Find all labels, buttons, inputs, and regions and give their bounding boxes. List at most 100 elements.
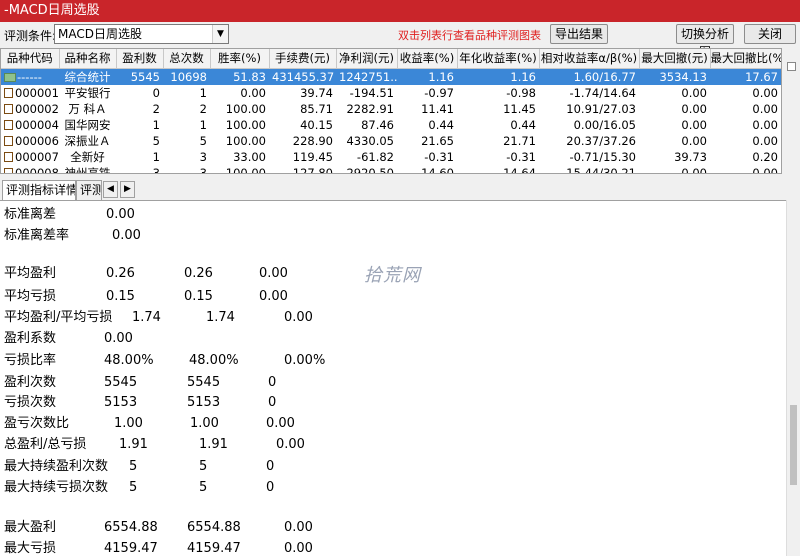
cell-text: 0.00 xyxy=(752,101,778,116)
metric-label: 盈利系数 xyxy=(4,331,57,346)
switch-chart-button[interactable]: 切换分析图 xyxy=(676,24,734,59)
details-scrollbar[interactable] xyxy=(786,200,800,556)
metric-value: 0.00 xyxy=(284,520,313,535)
cell-text: -0.71/15.30 xyxy=(569,149,636,164)
cell-text: 228.90 xyxy=(292,133,333,148)
metric-row: 最大持续盈利次数 5 5 0 xyxy=(4,458,404,476)
cell-text: 3 xyxy=(152,165,160,174)
metric-value: 0 xyxy=(266,480,275,495)
table-cell: 3 xyxy=(163,165,210,174)
table-cell: 20.37/37.26 xyxy=(539,133,639,149)
metric-value: 4159.47 xyxy=(187,541,241,556)
table-cell: 11.45 xyxy=(457,101,539,117)
table-cell: 万 科Ａ xyxy=(59,101,116,117)
table-cell: 0.20 xyxy=(710,149,781,165)
metric-value: 5 xyxy=(129,480,138,495)
metric-label: 最大亏损 xyxy=(4,541,57,556)
table-row[interactable]: 000004 国华网安 1 1 100.00 40.15 87.46 0.44 0.44 0.00… xyxy=(1,117,781,133)
column-header[interactable]: 总次数 xyxy=(163,49,211,69)
cell-text: 000004 xyxy=(15,117,59,132)
metric-value: 5 xyxy=(199,459,208,474)
metric-row: 平均盈利/平均亏损 1.74 1.74 0.00 xyxy=(4,309,404,327)
table-cell: 17.67 xyxy=(710,68,781,85)
table-cell: 000002 xyxy=(1,101,59,117)
table-body[interactable]: ------ 综合统计 5545 10698 51.83 431455.37 1242751… xyxy=(1,68,781,174)
table-cell: 33.00 xyxy=(210,149,269,165)
column-header[interactable]: 盈利数 xyxy=(116,49,164,69)
cell-text: 2 xyxy=(152,101,160,116)
cell-text: 100.00 xyxy=(225,117,266,132)
cell-text: 0.00 xyxy=(681,117,707,132)
scroll-thumb[interactable] xyxy=(790,405,797,485)
results-table[interactable]: 品种代码 品种名称 盈利数 总次数 胜率(%) 手续费(元) 净利润(元) 收益率(%) 年化收… xyxy=(0,48,782,174)
cell-text: 0.20 xyxy=(752,149,778,164)
cell-text: 10698 xyxy=(170,69,207,84)
cell-text: 0.44 xyxy=(428,117,454,132)
table-row[interactable]: 000002 万 科Ａ 2 2 100.00 85.71 2282.91 11.41 11.45… xyxy=(1,101,781,117)
scroll-box[interactable] xyxy=(787,62,796,71)
chevron-down-icon[interactable]: ▼ xyxy=(212,25,228,43)
metric-row: 盈利系数 0.00 xyxy=(4,330,404,348)
tab-evaluation[interactable]: 评测 xyxy=(76,180,102,200)
column-header[interactable]: 胜率(%) xyxy=(210,49,270,69)
condition-select[interactable]: MACD日周选股 ▼ xyxy=(54,24,229,44)
table-cell: 119.45 xyxy=(269,149,336,165)
table-cell: 14.60 xyxy=(397,165,457,174)
metric-row: 盈利次数 5545 5545 0 xyxy=(4,374,404,392)
table-cell: 国华网安 xyxy=(59,117,116,133)
tab-next-icon[interactable]: ▶ xyxy=(120,181,135,198)
table-cell: 000007 xyxy=(1,149,59,165)
cell-text: 11.41 xyxy=(421,101,454,116)
metric-value: 1.91 xyxy=(119,437,148,452)
export-button[interactable]: 导出结果 xyxy=(550,24,608,44)
column-header[interactable]: 品种代码 xyxy=(1,49,60,69)
metric-value: 4159.47 xyxy=(104,541,158,556)
metric-value: 5 xyxy=(199,480,208,495)
cell-text: 39.73 xyxy=(674,149,707,164)
tab-prev-icon[interactable]: ◀ xyxy=(103,181,118,198)
table-cell: 87.46 xyxy=(336,117,397,133)
table-cell: 0 xyxy=(116,85,163,101)
cell-text: 0.00 xyxy=(752,165,778,174)
metric-value: 1.74 xyxy=(132,310,161,325)
table-cell: 0.00 xyxy=(639,101,710,117)
column-header[interactable]: 最大回撤比(%) xyxy=(710,49,781,69)
table-cell: 127.80 xyxy=(269,165,336,174)
cell-text: 国华网安 xyxy=(64,117,111,132)
cell-text: 1 xyxy=(199,117,207,132)
column-header[interactable]: 最大回撤(元) xyxy=(639,49,711,69)
column-header[interactable]: 手续费(元) xyxy=(269,49,337,69)
table-cell: 100.00 xyxy=(210,165,269,174)
table-cell: 1 xyxy=(116,117,163,133)
close-button[interactable]: 关闭 xyxy=(744,24,796,44)
metric-value: 1.91 xyxy=(199,437,228,452)
metric-value: 5 xyxy=(129,459,138,474)
column-header[interactable]: 相对收益率α/β(%) xyxy=(539,49,640,69)
tab-bar: 评测指标详情 评测 ◀ ▶ xyxy=(0,178,800,200)
column-header[interactable]: 年化收益率(%) xyxy=(457,49,540,69)
table-row[interactable]: 000006 深振业Ａ 5 5 100.00 228.90 4330.05 21.65 21.7… xyxy=(1,133,781,149)
metric-label: 标准离差 xyxy=(4,207,57,222)
metric-row: 标准离差率 0.00 xyxy=(4,227,404,245)
table-row[interactable]: 000001 平安银行 0 1 0.00 39.74 -194.51 -0.97 -0.98 -1… xyxy=(1,85,781,101)
table-cell: -0.31 xyxy=(457,149,539,165)
metric-value: 5153 xyxy=(187,395,221,410)
tab-metric-details[interactable]: 评测指标详情 xyxy=(2,180,76,200)
column-header[interactable]: 收益率(%) xyxy=(397,49,458,69)
stock-icon xyxy=(4,151,13,162)
cell-text: 0.00 xyxy=(752,117,778,132)
table-cell: 0.00 xyxy=(710,85,781,101)
column-header[interactable]: 净利润(元) xyxy=(336,49,398,69)
table-row[interactable]: ------ 综合统计 5545 10698 51.83 431455.37 1242751… xyxy=(1,68,781,85)
table-scrollbar[interactable] xyxy=(783,48,800,174)
table-cell: 51.83 xyxy=(210,68,269,85)
table-cell: -61.82 xyxy=(336,149,397,165)
cell-text: 0.00 xyxy=(752,133,778,148)
cell-text: 0.00 xyxy=(752,85,778,100)
cell-text: 4330.05 xyxy=(346,133,394,148)
column-header[interactable]: 品种名称 xyxy=(59,49,117,69)
table-row[interactable]: 000008 神州高铁 3 3 100.00 127.80 2920.50 14.60 14.6… xyxy=(1,165,781,174)
table-cell: 85.71 xyxy=(269,101,336,117)
cell-text: 000006 xyxy=(15,133,59,148)
table-row[interactable]: 000007 全新好 1 3 33.00 119.45 -61.82 -0.31 -0.31 -0… xyxy=(1,149,781,165)
